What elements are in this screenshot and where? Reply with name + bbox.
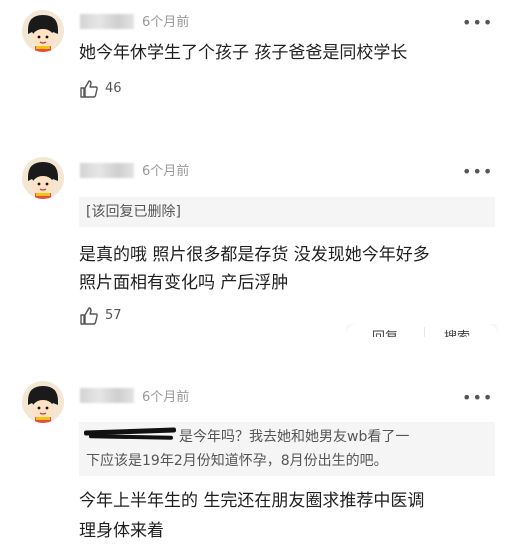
search-action[interactable]: 搜索 [444,328,470,337]
more-dots-icon[interactable]: ••• [462,390,493,406]
comment-3: 6个月前 ••• 是今年吗？我去她和她男友wb看了一 下应该是19年2月份知道怀… [0,360,517,555]
avatar[interactable] [22,157,64,199]
quote-line-2: 下应该是19年2月份知道怀孕，8月份出生的吧。 [86,453,388,469]
comment-time: 6个月前 [142,164,190,179]
action-popup: 回复 搜索 [346,324,498,337]
like-count: 57 [105,308,122,323]
comment-text-line-2: 照片面相有变化吗 产后浮肿 [79,273,289,293]
thumbs-up-icon [80,80,98,98]
cartoon-girl-icon [22,157,64,199]
quoted-reply: [该回复已删除] [79,197,495,227]
comment-time: 6个月前 [142,390,190,405]
username-redacted [80,14,134,29]
cartoon-girl-icon [22,10,64,52]
redaction-scribble [88,434,174,440]
avatar[interactable] [22,10,64,52]
like-count: 46 [105,81,122,96]
comment-text-line-1: 是真的哦 照片很多都是存货 没发现她今年好多 [79,245,430,265]
comment-text: 她今年休学生了个孩子 孩子爸爸是同校学长 [79,43,408,63]
more-dots-icon[interactable]: ••• [462,15,493,31]
username-redacted [80,388,134,403]
quoted-reply: 是今年吗？我去她和她男友wb看了一 下应该是19年2月份知道怀孕，8月份出生的吧… [79,422,495,476]
pill-divider [424,327,425,337]
comment-time: 6个月前 [142,15,190,30]
comment-1: 6个月前 ••• 她今年休学生了个孩子 孩子爸爸是同校学长 46 [0,0,517,140]
cartoon-girl-icon [22,381,64,423]
username-redacted [80,163,134,178]
reply-action[interactable]: 回复 [372,328,398,337]
comment-2: 6个月前 ••• [该回复已删除] 是真的哦 照片很多都是存货 没发现她今年好多… [0,140,517,360]
quote-line-1: 是今年吗？我去她和她男友wb看了一 [179,429,410,445]
thumbs-up-icon [80,307,98,325]
more-dots-icon[interactable]: ••• [462,164,493,180]
comment-text-line-1: 今年上半年生的 生完还在朋友圈求推荐中医调 [79,491,425,511]
avatar[interactable] [22,381,64,423]
comment-text-line-2: 理身体来着 [79,521,164,541]
